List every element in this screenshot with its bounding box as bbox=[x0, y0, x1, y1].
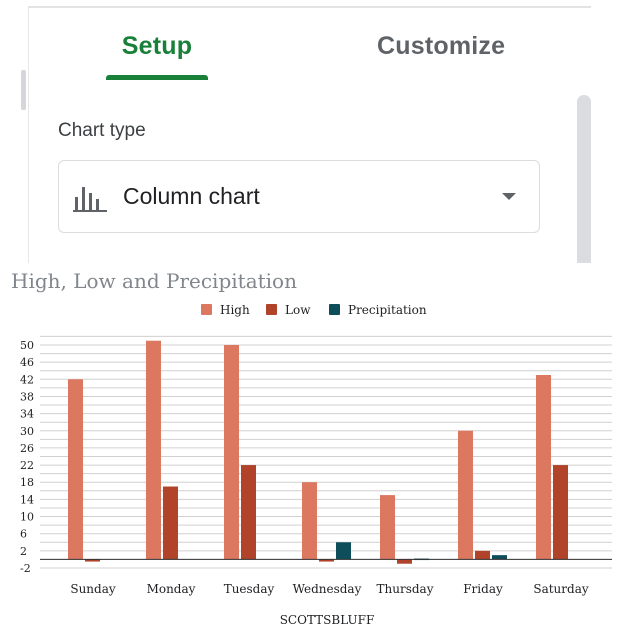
tab-customize[interactable]: Customize bbox=[377, 32, 505, 61]
column-chart: High Low Precipitation -226101418222630343… bbox=[20, 303, 612, 627]
bar-low-thursday bbox=[397, 559, 412, 564]
chart-bars bbox=[40, 340, 612, 564]
x-tick-label: Wednesday bbox=[293, 582, 362, 596]
chart-gridlines bbox=[40, 335, 612, 569]
legend-swatch-precipitation bbox=[329, 304, 340, 315]
bar-precipitation-wednesday bbox=[336, 542, 351, 560]
bar-precipitation-friday bbox=[492, 555, 507, 560]
bar-low-saturday bbox=[553, 465, 568, 560]
y-tick-label: 10 bbox=[20, 511, 34, 524]
y-tick-label: 46 bbox=[20, 356, 34, 369]
x-axis-ticks: Sunday Monday Tuesday Wednesday Thursday Frid… bbox=[70, 582, 589, 596]
y-tick-label: 2 bbox=[20, 545, 27, 558]
bar-high-wednesday bbox=[302, 482, 317, 560]
legend-label-precipitation: Precipitation bbox=[348, 303, 427, 317]
bar-high-sunday bbox=[68, 379, 83, 560]
bar-high-monday bbox=[146, 340, 161, 560]
y-tick-label: 38 bbox=[20, 390, 34, 403]
panel-top-border bbox=[28, 6, 591, 8]
left-scroll-handle bbox=[21, 70, 26, 110]
tab-setup[interactable]: Setup bbox=[106, 32, 208, 61]
x-axis-label: SCOTTSBLUFF bbox=[280, 613, 375, 627]
legend-label-high: High bbox=[220, 303, 250, 317]
x-tick-label: Saturday bbox=[533, 582, 588, 596]
chart-area: High, Low and Precipitation High Low Preci… bbox=[0, 263, 619, 630]
y-tick-label: -2 bbox=[20, 562, 31, 575]
chart-legend: High Low Precipitation bbox=[201, 303, 427, 317]
bar-low-tuesday bbox=[241, 465, 256, 560]
y-tick-label: 14 bbox=[20, 493, 34, 506]
chart-editor-panel: Setup Customize Chart type Column chart bbox=[0, 0, 619, 263]
x-tick-label: Monday bbox=[147, 582, 196, 596]
chart-type-dropdown[interactable]: Column chart bbox=[58, 160, 540, 233]
y-tick-label: 50 bbox=[20, 339, 34, 352]
bar-high-tuesday bbox=[224, 345, 239, 560]
x-tick-label: Thursday bbox=[377, 582, 434, 596]
bar-high-friday bbox=[458, 430, 473, 560]
panel-scrollbar[interactable] bbox=[577, 95, 591, 263]
legend-swatch-high bbox=[201, 304, 212, 315]
x-tick-label: Sunday bbox=[70, 582, 116, 596]
y-tick-label: 18 bbox=[20, 476, 34, 489]
tab-setup-active-indicator bbox=[106, 75, 208, 80]
y-tick-label: 26 bbox=[20, 442, 34, 455]
panel-left-border bbox=[28, 8, 29, 263]
chart-type-selected-value: Column chart bbox=[123, 183, 260, 209]
legend-swatch-low bbox=[266, 304, 277, 315]
chart-type-label: Chart type bbox=[58, 120, 146, 141]
bar-low-friday bbox=[475, 550, 490, 560]
y-axis-ticks: -2261014182226303438424650 bbox=[20, 339, 34, 575]
y-tick-label: 34 bbox=[20, 408, 34, 421]
x-tick-label: Tuesday bbox=[224, 582, 275, 596]
column-chart-icon bbox=[73, 183, 107, 218]
y-tick-label: 22 bbox=[20, 459, 34, 472]
y-tick-label: 42 bbox=[20, 373, 34, 386]
legend-label-low: Low bbox=[285, 303, 311, 317]
bar-low-monday bbox=[163, 486, 178, 560]
y-tick-label: 30 bbox=[20, 425, 34, 438]
bar-high-saturday bbox=[536, 375, 551, 560]
x-tick-label: Friday bbox=[463, 582, 503, 596]
bar-high-thursday bbox=[380, 495, 395, 560]
y-tick-label: 6 bbox=[20, 528, 27, 541]
chevron-down-icon bbox=[502, 193, 516, 200]
